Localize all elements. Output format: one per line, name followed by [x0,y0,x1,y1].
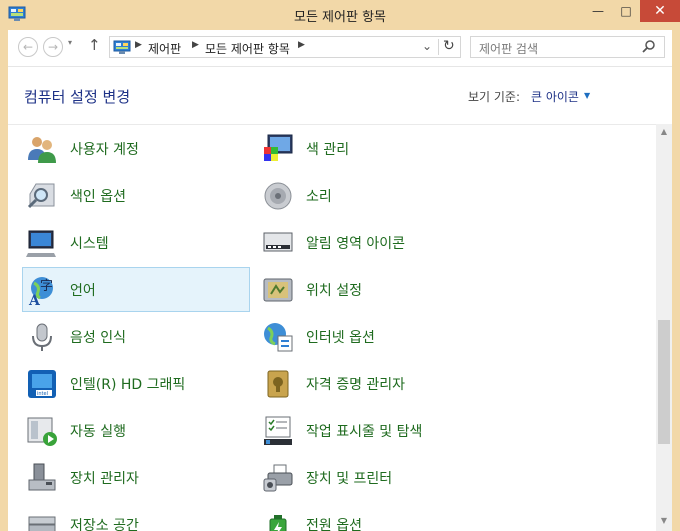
svg-text:字: 字 [40,279,53,294]
item-label: 자동 실행 [70,423,126,440]
search-box[interactable]: 제어판 검색 [470,36,665,58]
item-label: 인텔(R) HD 그래픽 [70,376,186,393]
address-dropdown-button[interactable]: ⌄ [422,39,432,53]
item-devices-printers[interactable]: 장치 및 프린터 [258,455,486,500]
device-manager-icon [28,463,56,490]
item-system[interactable]: 시스템 [22,220,250,265]
address-bar[interactable]: ▶ 제어판 ▶ 모든 제어판 항목 ▶ ⌄ ↻ [109,36,461,58]
item-label: 작업 표시줄 및 탐색 [306,423,423,440]
item-power-options[interactable]: 전원 옵션 [258,502,486,531]
svg-text:intel: intel [37,391,48,397]
item-location-settings[interactable]: 위치 설정 [258,267,486,312]
breadcrumb-chevron[interactable]: ▶ [192,40,199,50]
dropdown-arrow-icon[interactable]: ▼ [584,91,590,100]
svg-text:A: A [28,293,41,306]
storage-spaces-icon [28,516,56,531]
item-label: 인터넷 옵션 [306,329,375,346]
item-label: 전원 옵션 [306,517,362,531]
item-label: 시스템 [70,235,109,252]
item-label: 장치 및 프린터 [306,470,393,487]
intel-graphics-icon: intel [28,369,56,398]
item-speech-recognition[interactable]: 음성 인식 [22,314,250,359]
item-label: 언어 [70,282,96,299]
back-button[interactable]: ← [18,37,38,57]
devices-printers-icon [263,464,293,491]
vertical-scrollbar[interactable]: ▲ ▼ [656,124,672,531]
item-autoplay[interactable]: 자동 실행 [22,408,250,453]
item-sound[interactable]: 소리 [258,173,486,218]
autoplay-icon [27,417,57,446]
language-icon: 字 A [28,276,53,306]
view-by-dropdown[interactable]: 큰 아이콘 [531,88,579,105]
breadcrumb-control-panel[interactable]: 제어판 [148,40,181,57]
item-device-manager[interactable]: 장치 관리자 [22,455,250,500]
up-button[interactable]: ↑ [88,36,101,54]
item-label: 저장소 공간 [70,517,139,531]
item-label: 위치 설정 [306,282,362,299]
nav-divider [8,66,672,67]
item-label: 색인 옵션 [70,188,126,205]
item-label: 장치 관리자 [70,470,139,487]
item-label: 소리 [306,188,332,205]
item-intel-hd-graphics[interactable]: intel 인텔(R) HD 그래픽 [22,361,250,406]
scroll-thumb[interactable] [658,320,670,444]
sound-icon [264,182,292,209]
power-options-icon [269,514,287,531]
item-internet-options[interactable]: 인터넷 옵션 [258,314,486,359]
indexing-options-icon [27,183,55,208]
item-label: 자격 증명 관리자 [306,376,406,393]
item-indexing-options[interactable]: 색인 옵션 [22,173,250,218]
scroll-down-arrow[interactable]: ▼ [656,516,672,525]
navigation-bar: ← → ▾ ↑ ▶ 제어판 ▶ 모든 제어판 항목 ▶ ⌄ ↻ 제어판 검색 [8,30,672,65]
credential-manager-icon [267,370,289,397]
item-credential-manager[interactable]: 자격 증명 관리자 [258,361,486,406]
minimize-button[interactable]: — [584,0,612,22]
item-user-accounts[interactable]: 사용자 계정 [22,126,250,171]
breadcrumb-chevron[interactable]: ▶ [135,40,142,50]
window-title: 모든 제어판 항목 [294,10,386,25]
maximize-button[interactable]: □ [613,0,639,22]
control-panel-items: 사용자 계정 색 관리 색인 옵션 소리 시스템 알림 영역 아이콘 字 A 언… [8,124,656,531]
search-icon[interactable] [641,39,657,55]
item-label: 색 관리 [306,141,350,158]
breadcrumb-chevron[interactable]: ▶ [298,40,305,50]
item-language[interactable]: 字 A 언어 [22,267,250,312]
item-taskbar-navigation[interactable]: 작업 표시줄 및 탐색 [258,408,486,453]
recent-locations-button[interactable]: ▾ [68,38,72,47]
taskbar-icon [264,416,292,445]
item-label: 사용자 계정 [70,141,139,158]
item-label: 알림 영역 아이콘 [306,235,406,252]
color-management-icon [264,134,293,161]
search-input[interactable]: 제어판 검색 [479,40,538,57]
item-label: 음성 인식 [70,329,126,346]
window-body: ← → ▾ ↑ ▶ 제어판 ▶ 모든 제어판 항목 ▶ ⌄ ↻ 제어판 검색 컴… [8,30,672,531]
title-bar: 모든 제어판 항목 — □ ✕ [0,0,680,30]
address-separator [438,39,439,55]
notification-area-icon [263,232,293,251]
breadcrumb-all-items[interactable]: 모든 제어판 항목 [205,40,290,57]
close-button[interactable]: ✕ [640,0,680,22]
control-panel-icon [113,40,131,54]
internet-options-icon [264,322,293,351]
page-title: 컴퓨터 설정 변경 [24,88,131,106]
system-icon [26,230,56,257]
item-storage-spaces[interactable]: 저장소 공간 [22,502,250,531]
location-settings-icon [263,278,293,301]
item-notification-area-icons[interactable]: 알림 영역 아이콘 [258,220,486,265]
forward-button[interactable]: → [43,37,63,57]
user-accounts-icon [28,136,56,163]
microphone-icon [32,323,52,351]
item-color-management[interactable]: 색 관리 [258,126,486,171]
view-by-label: 보기 기준: [468,90,521,104]
scroll-up-arrow[interactable]: ▲ [656,127,672,136]
refresh-button[interactable]: ↻ [443,38,455,54]
